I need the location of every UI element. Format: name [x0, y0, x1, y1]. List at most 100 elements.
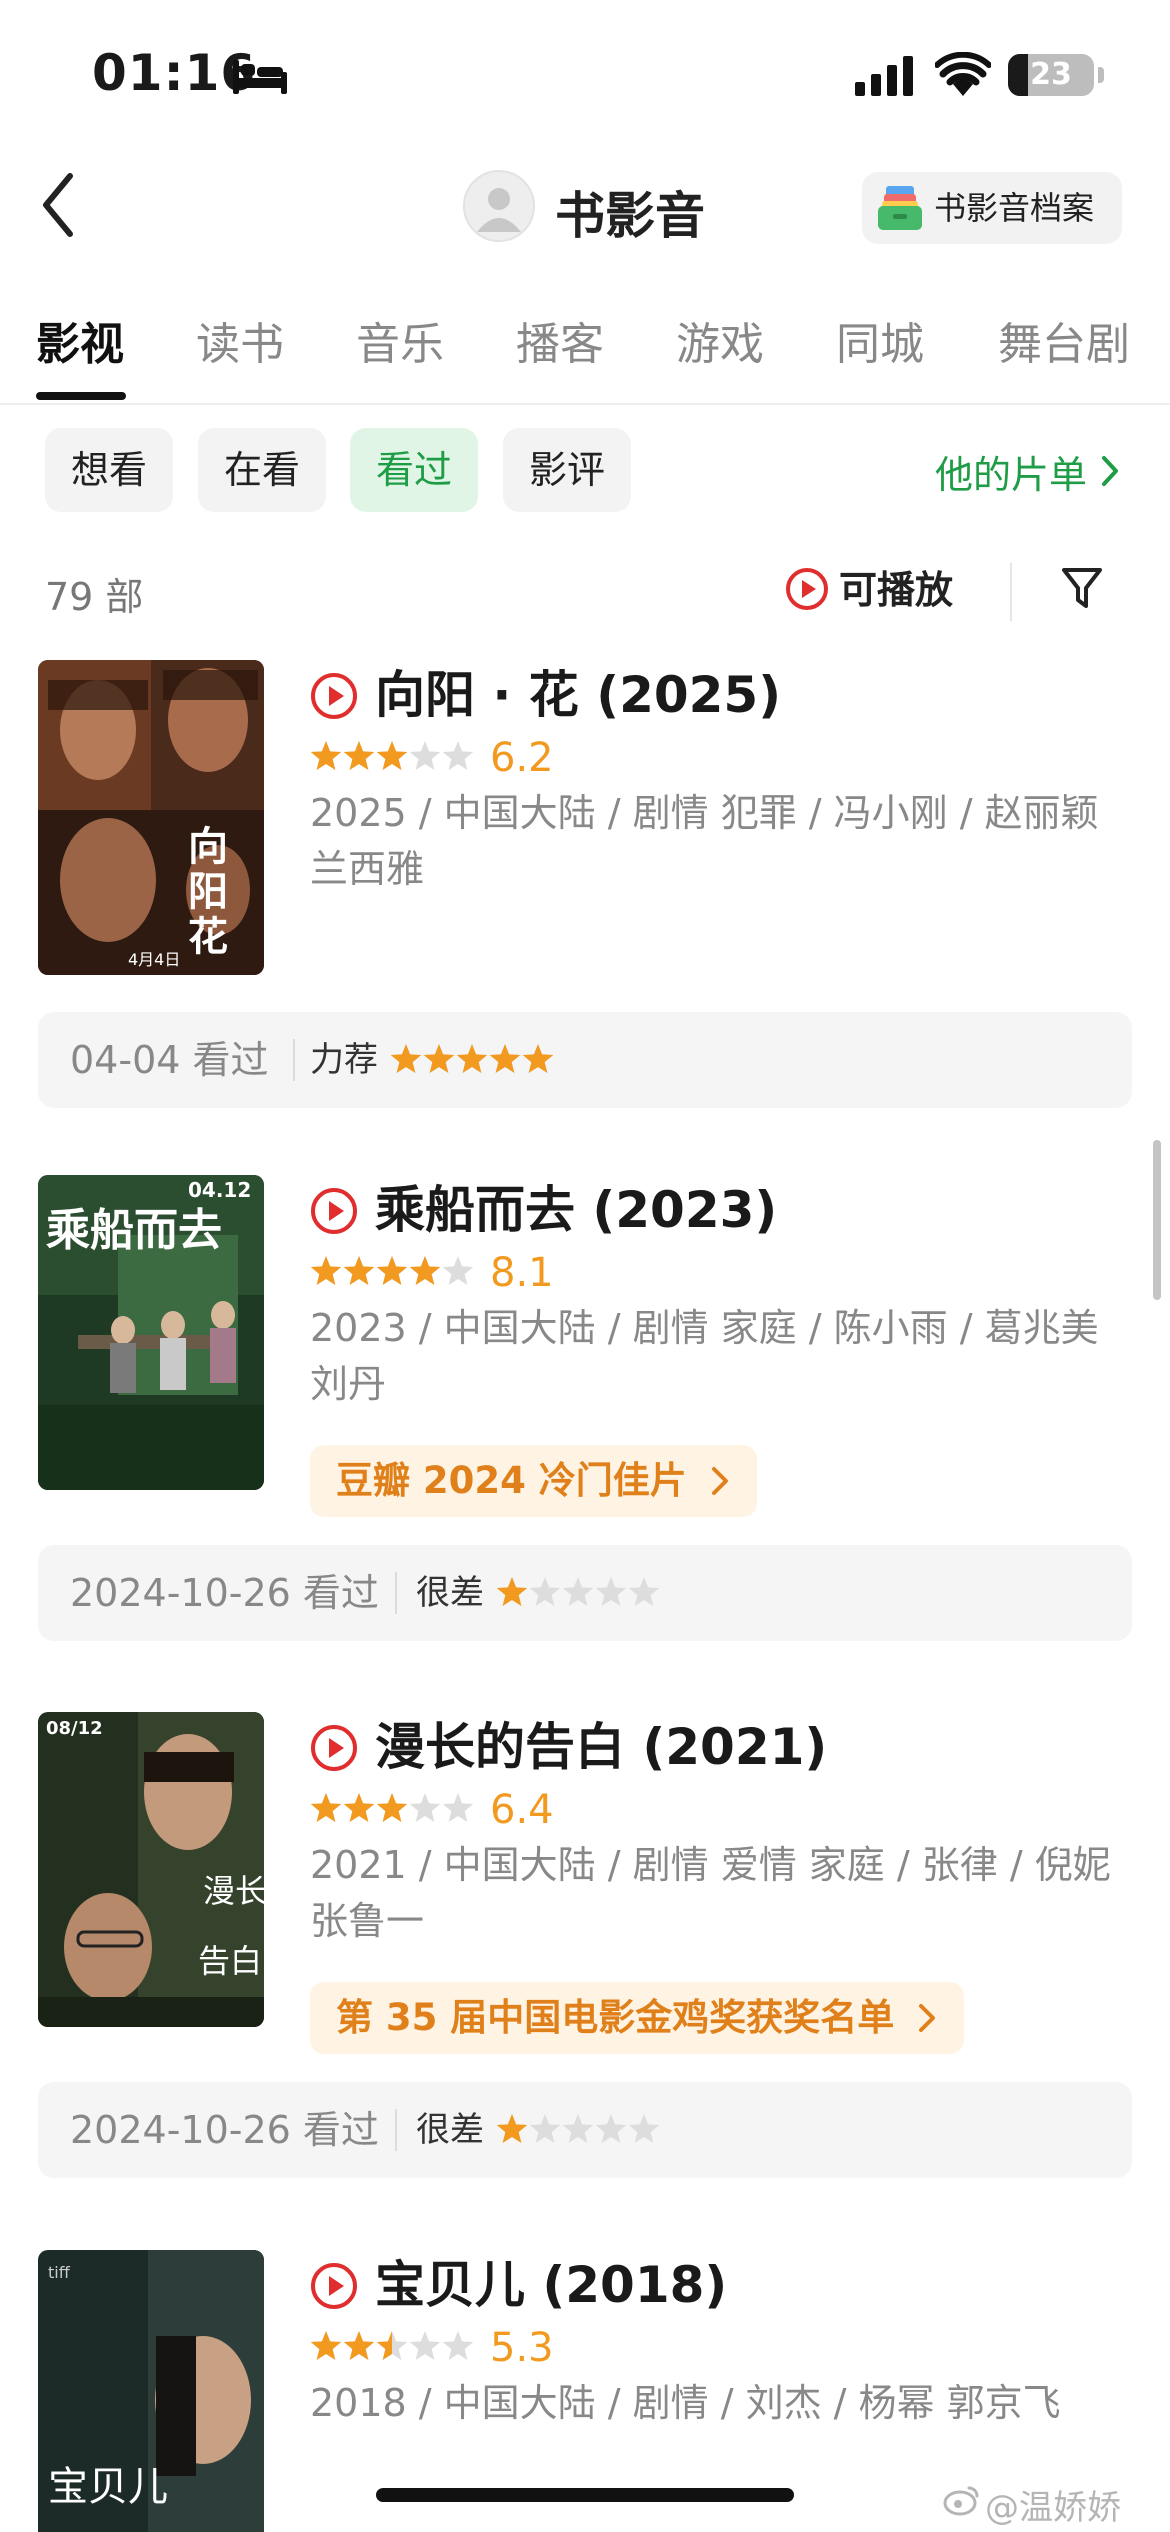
- user-silhouette-icon: [477, 188, 521, 232]
- archive-button-label: 书影音档案: [934, 189, 1095, 227]
- chip-reviews[interactable]: 影评: [503, 428, 631, 512]
- movie-score: 5.3: [490, 2325, 554, 2371]
- user-rating-stars: [496, 2114, 660, 2143]
- tab-games[interactable]: 游戏: [676, 308, 764, 372]
- star-filled-icon: [522, 1044, 554, 1073]
- watched-count: 79 部: [45, 575, 144, 619]
- list-badge-link[interactable]: 第 35 届中国电影金鸡奖获奖名单: [310, 1982, 965, 2054]
- user-rating-stars: [496, 1577, 660, 1606]
- tab-music[interactable]: 音乐: [356, 308, 444, 372]
- star-filled-icon: [343, 1793, 375, 1822]
- star-filled-icon: [376, 741, 408, 770]
- user-rating-stars: [390, 1044, 554, 1073]
- tab-stage-plays[interactable]: 舞台剧: [998, 308, 1130, 372]
- star-filled-icon: [456, 1044, 488, 1073]
- category-tabs: 影视 读书 音乐 播客 游戏 同城 舞台剧: [0, 300, 1170, 405]
- svg-text:花: 花: [188, 913, 228, 960]
- play-circle-icon: [311, 1188, 357, 1234]
- bed-icon: [233, 60, 287, 94]
- poster-image-we-girls: 向 阳 花 4月4日: [38, 660, 264, 975]
- star-filled-icon: [343, 1256, 375, 1285]
- tab-local-events[interactable]: 同城: [836, 308, 924, 372]
- star-empty-icon: [442, 1793, 474, 1822]
- movie-poster[interactable]: 向 阳 花 4月4日: [38, 660, 264, 975]
- star-filled-icon: [376, 1256, 408, 1285]
- archive-box-icon: [878, 186, 922, 230]
- movie-meta: 2018 / 中国大陆 / 剧情 / 刘杰 / 杨幂 郭京飞: [310, 2381, 1061, 2425]
- avatar[interactable]: [463, 170, 535, 242]
- active-tab-indicator: [36, 392, 126, 400]
- star-empty-icon: [409, 2331, 441, 2360]
- list-badge-label: 豆瓣 2024 冷门佳片: [336, 1459, 687, 1502]
- tab-podcasts[interactable]: 播客: [516, 308, 604, 372]
- play-circle-icon: [311, 2263, 357, 2309]
- movie-meta: 2025 / 中国大陆 / 剧情 犯罪 / 冯小刚 / 赵丽颖 兰西雅: [310, 791, 1099, 891]
- movie-title[interactable]: 漫长的告白 (2021): [375, 1712, 827, 1782]
- watched-record-bar: 2024-10-26 看过 很差: [38, 1545, 1132, 1641]
- star-empty-icon: [409, 741, 441, 770]
- watched-record-bar: 2024-10-26 看过 很差: [38, 2082, 1132, 2178]
- svg-text:漫长: 漫长: [203, 1872, 264, 1910]
- filter-funnel-icon[interactable]: [1060, 566, 1104, 612]
- watermark-text: @温娇娇: [985, 2488, 1121, 2528]
- divider: [395, 1572, 397, 1614]
- playable-filter-toggle[interactable]: 可播放: [785, 565, 965, 615]
- svg-text:宝贝儿: 宝贝儿: [48, 2464, 168, 2510]
- star-filled-icon: [376, 1793, 408, 1822]
- svg-text:04.12: 04.12: [188, 1178, 251, 1202]
- svg-text:向: 向: [188, 823, 228, 870]
- movie-score: 8.1: [490, 1250, 554, 1296]
- poster-image-love-song: 08/12 漫长 告白: [38, 1712, 264, 2027]
- wifi-icon: [935, 52, 991, 96]
- tab-books[interactable]: 读书: [196, 308, 284, 372]
- page-title: 书影音: [555, 187, 705, 245]
- status-time: 01:16: [92, 44, 257, 102]
- svg-text:阳: 阳: [188, 868, 228, 915]
- movie-title[interactable]: 宝贝儿 (2018): [375, 2250, 727, 2320]
- divider: [293, 1039, 295, 1081]
- movie-title[interactable]: 向阳 · 花 (2025): [375, 660, 781, 730]
- home-indicator[interactable]: [376, 2488, 794, 2502]
- weibo-logo-icon: [943, 2486, 979, 2516]
- chip-watched[interactable]: 看过: [350, 428, 478, 512]
- battery-icon: 23: [1008, 54, 1094, 96]
- star-empty-icon: [628, 1577, 660, 1606]
- movie-poster[interactable]: 乘船而去 04.12: [38, 1175, 264, 1490]
- star-empty-icon: [595, 1577, 627, 1606]
- user-rating-label: 力荐: [310, 1040, 378, 1080]
- movie-score: 6.2: [490, 735, 554, 781]
- watched-date: 2024-10-26 看过: [70, 1571, 379, 1615]
- tab-movies[interactable]: 影视: [36, 308, 124, 372]
- nav-bar: 书影音 书影音档案: [0, 150, 1170, 270]
- star-filled-icon: [489, 1044, 521, 1073]
- star-filled-icon: [343, 2331, 375, 2360]
- watermark: @温娇娇: [943, 2480, 1121, 2529]
- scroll-indicator[interactable]: [1153, 1140, 1161, 1300]
- chip-want-to-watch[interactable]: 想看: [45, 428, 173, 512]
- watched-record-bar: 04-04 看过 力荐: [38, 1012, 1132, 1108]
- list-badge-link[interactable]: 豆瓣 2024 冷门佳片: [310, 1445, 757, 1517]
- star-empty-icon: [529, 2114, 561, 2143]
- archive-button[interactable]: 书影音档案: [862, 172, 1122, 244]
- chevron-right-icon: [711, 1467, 728, 1495]
- star-empty-icon: [409, 1793, 441, 1822]
- star-empty-icon: [628, 2114, 660, 2143]
- status-bar: 01:16 23: [0, 0, 1170, 150]
- movie-score: 6.4: [490, 1787, 554, 1833]
- playlist-link[interactable]: 他的片单: [935, 444, 1087, 499]
- star-empty-icon: [562, 1577, 594, 1606]
- movie-poster[interactable]: 宝贝儿 tiff: [38, 2250, 264, 2532]
- chip-watching[interactable]: 在看: [198, 428, 326, 512]
- chevron-left-icon[interactable]: [38, 170, 78, 240]
- star-filled-icon: [496, 2114, 528, 2143]
- movie-title[interactable]: 乘船而去 (2023): [375, 1175, 777, 1245]
- star-filled-icon: [496, 1577, 528, 1606]
- svg-text:08/12: 08/12: [46, 1718, 103, 1739]
- star-filled-icon: [409, 1256, 441, 1285]
- play-circle-icon: [311, 673, 357, 719]
- movie-poster[interactable]: 08/12 漫长 告白: [38, 1712, 264, 2027]
- cellular-signal-icon: [855, 56, 913, 96]
- svg-text:tiff: tiff: [48, 2263, 71, 2282]
- svg-text:4月4日: 4月4日: [128, 950, 180, 969]
- rating-stars: [310, 741, 474, 770]
